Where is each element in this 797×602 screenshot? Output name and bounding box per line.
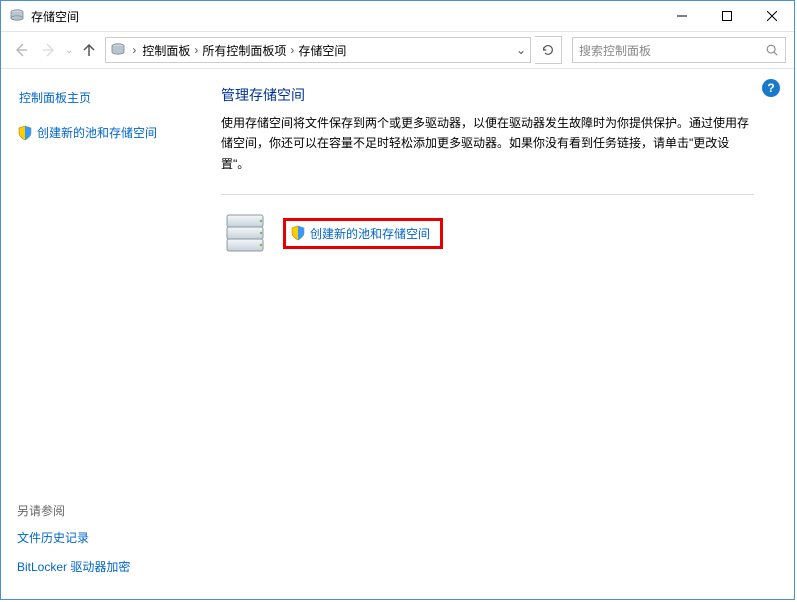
close-icon (767, 11, 777, 21)
breadcrumb-sep: › (130, 43, 138, 57)
maximize-icon (722, 11, 732, 21)
breadcrumbs: 控制面板 › 所有控制面板项 › 存储空间 (142, 42, 508, 59)
arrow-up-icon (81, 42, 97, 58)
sidebar: 控制面板主页 创建新的池和存储空间 另请参阅 文件历史记录 BitLocker … (1, 69, 201, 599)
forward-button[interactable] (37, 38, 61, 62)
see-also-title: 另请参阅 (17, 502, 201, 519)
up-button[interactable] (77, 38, 101, 62)
refresh-icon (541, 43, 555, 57)
page-heading: 管理存储空间 (221, 85, 754, 105)
shield-icon (17, 125, 33, 141)
create-pool-link-main[interactable]: 创建新的池和存储空间 (310, 225, 430, 242)
minimize-button[interactable] (659, 2, 704, 31)
shield-icon (290, 225, 306, 241)
storage-icon (110, 42, 126, 58)
address-dropdown[interactable]: ⌄ (512, 43, 526, 57)
breadcrumb-item[interactable]: 存储空间 (298, 42, 346, 59)
link-label: 创建新的池和存储空间 (37, 124, 157, 141)
titlebar: 存储空间 (1, 1, 794, 32)
control-panel-home-link[interactable]: 控制面板主页 (17, 89, 201, 106)
address-bar[interactable]: › 控制面板 › 所有控制面板项 › 存储空间 ⌄ (105, 37, 531, 63)
see-also-section: 另请参阅 文件历史记录 BitLocker 驱动器加密 (17, 502, 201, 587)
link-label: 控制面板主页 (19, 89, 91, 106)
breadcrumb-sep: › (192, 43, 200, 57)
breadcrumb-item[interactable]: 所有控制面板项 (202, 42, 286, 59)
content-area: ? 控制面板主页 创建新的池和存储空间 另请参阅 文件历史记录 BitLoc (1, 69, 794, 599)
breadcrumb-sep: › (288, 43, 296, 57)
window-frame: 存储空间 ⌄ › 控制面板 › (0, 0, 795, 600)
window-title: 存储空间 (31, 8, 659, 25)
action-row: 创建新的池和存储空间 (221, 209, 754, 257)
create-pool-link-sidebar[interactable]: 创建新的池和存储空间 (17, 124, 201, 141)
highlighted-action: 创建新的池和存储空间 (283, 218, 443, 249)
refresh-button[interactable] (535, 36, 562, 64)
arrow-left-icon (13, 42, 29, 58)
back-button[interactable] (9, 38, 33, 62)
navbar: ⌄ › 控制面板 › 所有控制面板项 › 存储空间 ⌄ (1, 32, 794, 69)
storage-icon (9, 8, 25, 24)
page-description: 使用存储空间将文件保存到两个或更多驱动器，以便在驱动器发生故障时为你提供保护。通… (221, 113, 754, 174)
file-history-link[interactable]: 文件历史记录 (17, 529, 201, 546)
main-pane: 管理存储空间 使用存储空间将文件保存到两个或更多驱动器，以便在驱动器发生故障时为… (201, 69, 794, 599)
search-input[interactable]: 搜索控制面板 (572, 37, 786, 63)
bitlocker-link[interactable]: BitLocker 驱动器加密 (17, 558, 201, 575)
search-icon (765, 43, 779, 57)
breadcrumb-item[interactable]: 控制面板 (142, 42, 190, 59)
search-placeholder: 搜索控制面板 (579, 42, 651, 59)
arrow-right-icon (41, 42, 57, 58)
divider (221, 194, 754, 195)
maximize-button[interactable] (704, 2, 749, 31)
close-button[interactable] (749, 2, 794, 31)
minimize-icon (677, 11, 687, 21)
history-dropdown[interactable]: ⌄ (65, 45, 73, 56)
drive-stack-icon (221, 209, 269, 257)
